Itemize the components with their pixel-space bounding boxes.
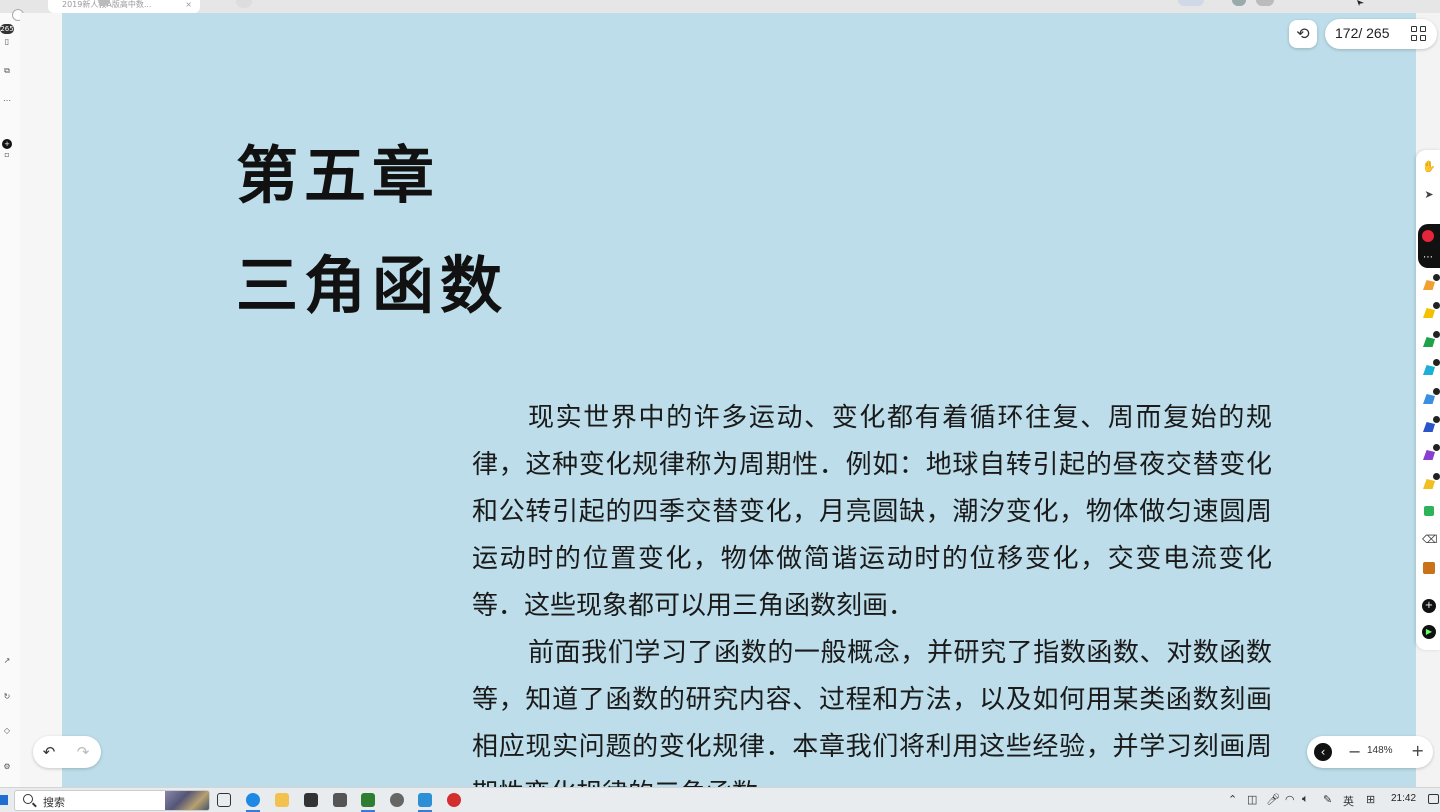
add-tool-icon[interactable]: +	[1422, 599, 1436, 613]
ime-indicator[interactable]: 英	[1343, 793, 1354, 809]
play-icon[interactable]: ▶	[1422, 625, 1436, 639]
settings-icon[interactable]: ⚙	[0, 761, 14, 773]
undo-redo-group: ↶ ↷	[33, 736, 101, 768]
add-icon[interactable]: +	[2, 139, 12, 149]
record-widget[interactable]: ⋯	[1418, 224, 1440, 268]
chapter-intro: 现实世界中的许多运动、变化都有着循环往复、周而复始的规律，这种变化规律称为周期性…	[472, 395, 1272, 787]
redo-icon[interactable]: ↷	[73, 742, 93, 762]
layers-icon[interactable]: ◇	[0, 725, 14, 737]
intro-paragraph: 前面我们学习了函数的一般概念，并研究了指数函数、对数函数等，知道了函数的研究内容…	[472, 638, 1272, 787]
zoom-in-button[interactable]: +	[1411, 741, 1424, 760]
zoom-level: 148%	[1367, 745, 1393, 756]
taskbar-search[interactable]: 搜索	[14, 790, 210, 811]
left-sidebar: 265 ▯ ⧉ ⋯ + ▫ ↗ ↻ ◇ ⚙	[0, 9, 24, 787]
hand-tool-icon[interactable]: ✋	[1422, 160, 1436, 174]
notification-icon[interactable]	[1428, 794, 1439, 804]
tray-app-icon[interactable]: ◫	[1247, 793, 1257, 806]
pen-badge	[1433, 416, 1440, 423]
remote-app-icon[interactable]	[418, 793, 432, 807]
pen-darkblue-icon[interactable]	[1423, 422, 1435, 432]
highlighter-icon[interactable]	[1423, 479, 1435, 489]
taskbar-clock[interactable]: 21:42	[1391, 793, 1416, 804]
intro-paragraph: 现实世界中的许多运动、变化都有着循环往复、周而复始的规律，这种变化规律称为周期性…	[472, 403, 1272, 621]
new-tab-button[interactable]	[236, 0, 252, 8]
media-app-icon[interactable]	[361, 793, 375, 807]
book-page: 第五章 三角函数 现实世界中的许多运动、变化都有着循环往复、周而复始的规律，这种…	[62, 13, 1416, 787]
shape-tool-icon[interactable]	[1424, 506, 1434, 516]
page-count-badge: 265	[0, 24, 14, 34]
edge-browser-icon[interactable]	[246, 793, 260, 807]
file-explorer-icon[interactable]	[275, 793, 289, 807]
left-margin	[20, 13, 62, 787]
pen-badge	[1433, 473, 1440, 480]
bookmark-icon[interactable]: ▫	[0, 149, 14, 161]
profile-avatar[interactable]	[1232, 0, 1246, 6]
pen-tray-icon[interactable]: ✎	[1323, 793, 1332, 806]
collapse-icon[interactable]: ‹	[1314, 743, 1332, 761]
microphone-icon[interactable]: 🎤︎	[1266, 793, 1280, 806]
thumbnails-icon[interactable]: ▯	[0, 36, 14, 48]
page-indicator[interactable]: 172/ 265	[1325, 19, 1437, 49]
zoom-control: ‹ − 148% +	[1307, 736, 1433, 768]
history-icon[interactable]: ⟲	[1289, 20, 1317, 48]
pen-badge	[1433, 331, 1440, 338]
mail-icon[interactable]	[333, 793, 347, 807]
extension-icon[interactable]	[1178, 0, 1204, 6]
pen-badge	[1433, 359, 1440, 366]
pen-badge	[1433, 388, 1440, 395]
zoom-out-button[interactable]: −	[1348, 742, 1361, 761]
pen-badge	[1433, 274, 1440, 281]
share-icon[interactable]: ↗	[0, 655, 14, 667]
select-tool-icon[interactable]: ➤	[1422, 188, 1436, 202]
rotate-icon[interactable]: ↻	[0, 691, 14, 703]
browser-tab[interactable]: 2019新人教A版高中数... ×	[48, 0, 200, 13]
menu-icon[interactable]	[1256, 0, 1274, 6]
app-root: 2019新人教A版高中数... × 265 ▯ ⧉ ⋯ + ▫ ↗ ↻ ◇ ⚙ …	[0, 0, 1440, 812]
task-view-icon[interactable]	[217, 793, 231, 807]
mouse-cursor-icon	[1357, 0, 1364, 6]
pen-badge	[1433, 444, 1440, 451]
page-number: 172/ 265	[1335, 25, 1390, 41]
search-icon	[23, 794, 33, 804]
search-highlight-image	[165, 791, 209, 810]
pen-purple-icon[interactable]	[1423, 450, 1435, 460]
pen-green-icon[interactable]	[1423, 337, 1435, 347]
recorder-app-icon[interactable]	[447, 793, 461, 807]
record-more-icon[interactable]: ⋯	[1423, 252, 1433, 263]
keyboard-icon[interactable]: ⊞	[1366, 793, 1375, 806]
eraser-icon[interactable]: ⌫	[1422, 533, 1438, 547]
network-icon[interactable]: ◠	[1285, 793, 1295, 806]
pen-badge	[1433, 302, 1440, 309]
record-icon[interactable]	[1422, 230, 1434, 242]
browser-tab-bar: 2019新人教A版高中数... ×	[0, 0, 1440, 13]
chapter-title: 三角函数	[236, 249, 509, 322]
tray-overflow-icon[interactable]: ⌃	[1228, 793, 1237, 806]
pen-yellow-icon[interactable]	[1423, 308, 1435, 318]
start-icon[interactable]	[0, 795, 8, 805]
more-icon[interactable]: ⋯	[0, 95, 14, 107]
copy-icon[interactable]: ⧉	[0, 65, 14, 77]
pen-orange-icon[interactable]	[1423, 280, 1435, 290]
chapter-number: 第五章	[236, 139, 441, 212]
tab-close-icon[interactable]: ×	[185, 0, 192, 9]
taskbar: 搜索 ⌃ ◫ 🎤︎ ◠ 🔈︎ ✎ 英 ⊞ 21:42	[0, 787, 1440, 812]
store-icon[interactable]	[304, 793, 318, 807]
undo-icon[interactable]: ↶	[39, 742, 59, 762]
pen-cyan-icon[interactable]	[1423, 365, 1435, 375]
search-placeholder: 搜索	[43, 796, 65, 809]
settings-app-icon[interactable]	[390, 793, 404, 807]
grid-view-icon[interactable]	[1411, 26, 1427, 42]
volume-icon[interactable]: 🔈︎	[1302, 793, 1309, 806]
pen-blue-icon[interactable]	[1423, 394, 1435, 404]
stamp-icon[interactable]	[1423, 562, 1435, 574]
